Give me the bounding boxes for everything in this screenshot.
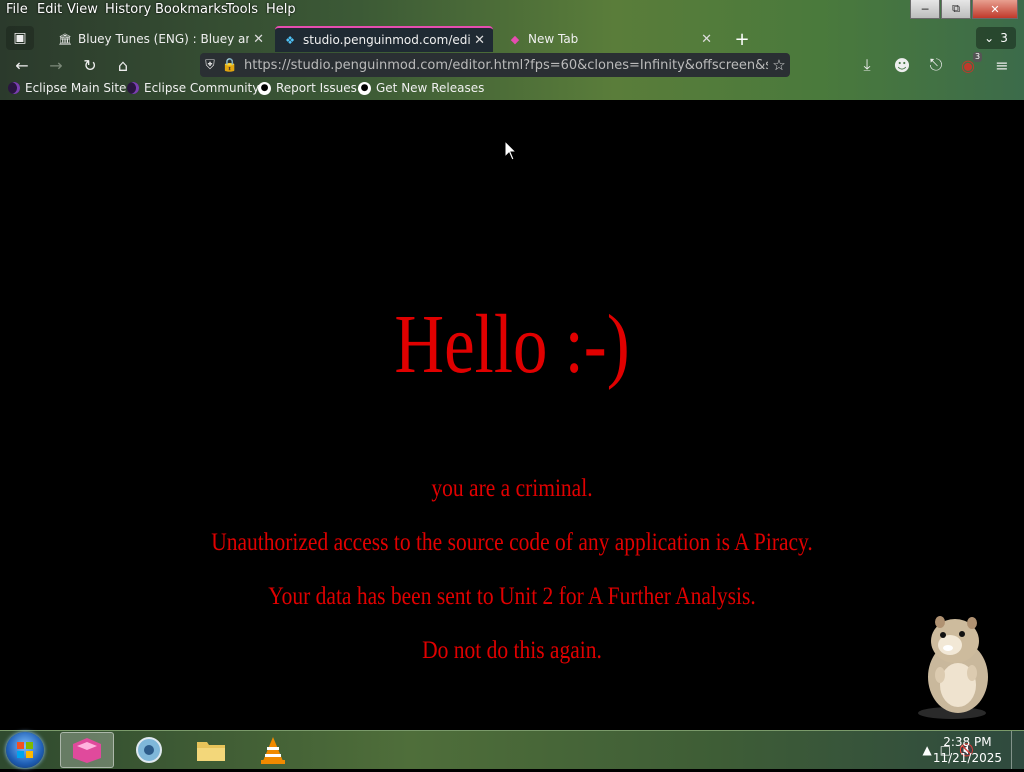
lock-icon[interactable]: 🔒: [220, 58, 240, 73]
menu-tools[interactable]: Tools: [226, 2, 258, 17]
bookmark-star-icon[interactable]: ☆: [768, 56, 790, 74]
puzzle-icon: ⎋: [929, 55, 943, 74]
tab-strip: ▣ 🏛 Bluey Tunes (ENG) : Bluey and A ✕ ❖ …: [0, 24, 1024, 52]
minimize-button[interactable]: ─: [910, 0, 940, 19]
hamburger-icon: ≡: [995, 55, 1009, 75]
globe-icon: [136, 737, 162, 763]
downloads-button[interactable]: ⤓: [856, 54, 878, 76]
tab-count: 3: [1000, 31, 1008, 45]
tab-bluey-tunes[interactable]: 🏛 Bluey Tunes (ENG) : Bluey and A ✕: [50, 26, 272, 52]
bookmark-label: Eclipse Community: [144, 81, 260, 95]
bookmark-label: Get New Releases: [376, 81, 485, 95]
account-icon: ☻: [893, 55, 911, 75]
mouse-cursor-icon: [504, 140, 518, 161]
github-icon: ●: [258, 81, 271, 95]
taskbar-vlc[interactable]: [246, 732, 300, 768]
ublock-badge: 3: [973, 52, 983, 62]
penguinmod-icon: ❖: [285, 33, 295, 47]
close-tab-icon[interactable]: ✕: [253, 32, 264, 47]
reload-icon: ↻: [83, 55, 97, 75]
close-tab-icon[interactable]: ✕: [701, 32, 712, 47]
arrow-left-icon: ←: [15, 55, 29, 75]
restore-icon: ⧉: [952, 2, 960, 15]
reload-button[interactable]: ↻: [79, 54, 101, 76]
download-icon: ⤓: [863, 55, 871, 74]
bookmark-report-issues[interactable]: ● Report Issues: [258, 81, 357, 95]
bookmark-get-new-releases[interactable]: ● Get New Releases: [358, 81, 484, 95]
clock-date: 11/21/2025: [932, 751, 1002, 765]
menu-bar: File Edit View History Bookmarks Tools H…: [0, 0, 1024, 20]
message-line: Do not do this again.: [422, 637, 602, 664]
taskbar-file-explorer[interactable]: [184, 732, 238, 768]
menu-help[interactable]: Help: [266, 2, 296, 17]
home-button[interactable]: ⌂: [112, 54, 134, 76]
arrow-right-icon: →: [49, 55, 63, 75]
home-icon: ⌂: [117, 55, 129, 75]
url-bar[interactable]: ⛨ 🔒 https://studio.penguinmod.com/editor…: [200, 53, 790, 77]
tab-title: New Tab: [528, 32, 579, 46]
app-menu-button[interactable]: ≡: [991, 54, 1013, 76]
restore-button[interactable]: ⧉: [941, 0, 971, 19]
taskbar-chrome[interactable]: [122, 732, 176, 768]
eclipse-icon: [8, 82, 20, 94]
taskbar: ▲ □ 🔇 2:38 PM 11/21/2025: [0, 730, 1024, 769]
minimize-icon: ─: [921, 2, 929, 16]
clock-time: 2:38 PM: [943, 735, 992, 749]
close-window-button[interactable]: ✕: [972, 0, 1018, 19]
menu-history[interactable]: History: [105, 2, 151, 17]
clock[interactable]: 2:38 PM 11/21/2025: [933, 734, 1002, 766]
menu-edit[interactable]: Edit: [37, 2, 62, 17]
folder-icon: [197, 742, 225, 761]
bookmark-eclipse-main-site[interactable]: Eclipse Main Site: [8, 81, 126, 95]
windows-logo-icon: [17, 742, 33, 758]
show-desktop-button[interactable]: [1011, 731, 1024, 769]
forward-button[interactable]: →: [45, 54, 67, 76]
archive-icon: 🏛: [58, 32, 72, 46]
browser-icon: [73, 738, 101, 763]
menu-bookmarks[interactable]: Bookmarks: [155, 2, 228, 17]
menu-view[interactable]: View: [67, 2, 98, 17]
firefox-view-button[interactable]: ▣: [6, 26, 34, 50]
eclipse-icon: [127, 82, 139, 94]
url-text[interactable]: https://studio.penguinmod.com/editor.htm…: [244, 58, 768, 73]
bookmark-label: Report Issues: [276, 81, 357, 95]
bookmarks-bar: Eclipse Main Site Eclipse Community ● Re…: [0, 78, 1024, 100]
chevron-down-icon: ⌄: [984, 31, 995, 45]
bookmark-eclipse-community[interactable]: Eclipse Community: [127, 81, 259, 95]
tab-title: Bluey Tunes (ENG) : Bluey and A: [78, 32, 249, 46]
plus-icon: +: [734, 28, 750, 50]
tab-new-tab[interactable]: ◆ New Tab ✕: [500, 26, 720, 52]
tab-title: studio.penguinmod.com/editor: [303, 33, 471, 47]
account-button[interactable]: ☻: [891, 54, 913, 76]
start-button[interactable]: [6, 732, 44, 768]
message-line: Your data has been sent to Unit 2 for A …: [268, 583, 756, 610]
back-button[interactable]: ←: [11, 54, 33, 76]
vlc-cone-icon: [261, 737, 285, 764]
page-content: Hello :-) you are a criminal. Unauthoriz…: [0, 100, 1024, 730]
window-controls: ─ ⧉ ✕: [909, 0, 1018, 19]
new-tab-button[interactable]: +: [731, 28, 753, 50]
browser-chrome: File Edit View History Bookmarks Tools H…: [0, 0, 1024, 100]
shield-icon[interactable]: ⛨: [200, 58, 220, 73]
extensions-button[interactable]: ⎋: [925, 54, 947, 76]
close-tab-icon[interactable]: ✕: [474, 33, 485, 48]
hamster-image: [918, 616, 988, 719]
bookmark-label: Eclipse Main Site: [25, 81, 127, 95]
navigation-bar: ← → ↻ ⌂ ⛨ 🔒 https://studio.penguinmod.co…: [0, 52, 1024, 78]
taskbar-floorp-browser[interactable]: [60, 732, 114, 768]
menu-file[interactable]: File: [6, 2, 28, 17]
github-icon: ●: [358, 81, 371, 95]
message-line: you are a criminal.: [431, 475, 593, 502]
page-headline: Hello :-): [394, 298, 630, 391]
tab-list-button[interactable]: ⌄ 3: [976, 27, 1016, 49]
firefox-view-icon: ▣: [13, 30, 27, 46]
close-icon: ✕: [990, 2, 1000, 16]
message-line: Unauthorized access to the source code o…: [211, 529, 813, 556]
show-hidden-icons-icon[interactable]: ▲: [922, 743, 931, 757]
new-tab-icon: ◆: [510, 32, 520, 46]
tab-penguinmod-editor[interactable]: ❖ studio.penguinmod.com/editor ✕: [275, 26, 493, 52]
